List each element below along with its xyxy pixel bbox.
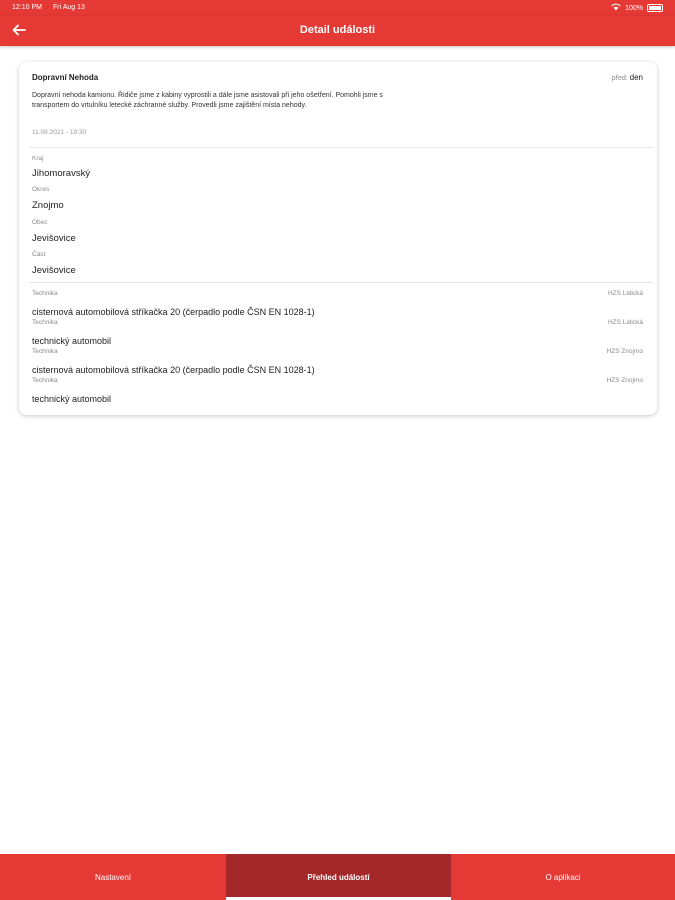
wifi-icon xyxy=(611,3,621,13)
location-value: Znojmo xyxy=(32,200,64,211)
tab-about-app-label: O aplikaci xyxy=(545,872,581,882)
event-datetime: 11.08.2021 - 19:30 xyxy=(32,129,87,136)
relative-value: den xyxy=(629,73,643,82)
technika-vehicle: cisternová automobilová stříkačka 20 (če… xyxy=(32,365,315,375)
status-date: Fri Aug 13 xyxy=(53,4,85,11)
divider xyxy=(29,147,653,148)
technika-station: HZS Lidická xyxy=(607,290,643,297)
location-label: Okres xyxy=(32,186,50,193)
technika-vehicle: technický automobil xyxy=(32,394,112,404)
location-label: Část xyxy=(32,251,46,258)
technika-label: Technika xyxy=(32,290,58,297)
event-description: Dopravní nehoda kamionu. Řidiče jsme z k… xyxy=(32,92,383,109)
event-relative-time: před: den xyxy=(612,73,643,82)
technika-vehicle: cisternová automobilová stříkačka 20 (če… xyxy=(32,307,315,317)
location-value: Jevišovice xyxy=(32,233,76,244)
location-label: Obec xyxy=(32,219,48,226)
app-bar: Detail události xyxy=(0,16,675,46)
technika-vehicle: technický automobil xyxy=(32,336,112,346)
bottom-navigation: Nastavení Přehled událostí O aplikaci xyxy=(0,854,675,900)
status-bar: 12:10 PM Fri Aug 13 100% xyxy=(0,0,675,16)
location-value: Jihomoravský xyxy=(32,168,91,179)
technika-label: Technika xyxy=(32,377,58,384)
divider xyxy=(29,282,653,283)
technika-label: Technika xyxy=(32,348,58,355)
tab-events-overview[interactable]: Přehled událostí xyxy=(226,854,451,900)
location-label: Kraj xyxy=(32,155,44,162)
location-value: Jevišovice xyxy=(32,265,76,276)
technika-station: HZS Znojmo xyxy=(606,348,643,355)
technika-label: Technika xyxy=(32,319,58,326)
relative-prefix: před: xyxy=(611,75,628,82)
status-right: 100% xyxy=(611,3,663,13)
page-title: Detail události xyxy=(299,24,376,36)
tab-events-overview-label: Přehled událostí xyxy=(307,872,370,882)
technika-station: HZS Lidická xyxy=(607,319,643,326)
tab-about-app[interactable]: O aplikaci xyxy=(451,854,675,900)
status-time: 12:10 PM xyxy=(12,4,42,11)
tab-settings-label: Nastavení xyxy=(94,872,132,882)
battery-percentage: 100% xyxy=(625,4,643,12)
technika-station: HZS Znojmo xyxy=(606,377,643,384)
battery-icon xyxy=(647,4,663,12)
tab-settings[interactable]: Nastavení xyxy=(0,854,226,900)
event-title: Dopravní Nehoda xyxy=(32,73,99,82)
event-detail-card: Dopravní Nehoda před: den Dopravní nehod… xyxy=(19,62,657,415)
